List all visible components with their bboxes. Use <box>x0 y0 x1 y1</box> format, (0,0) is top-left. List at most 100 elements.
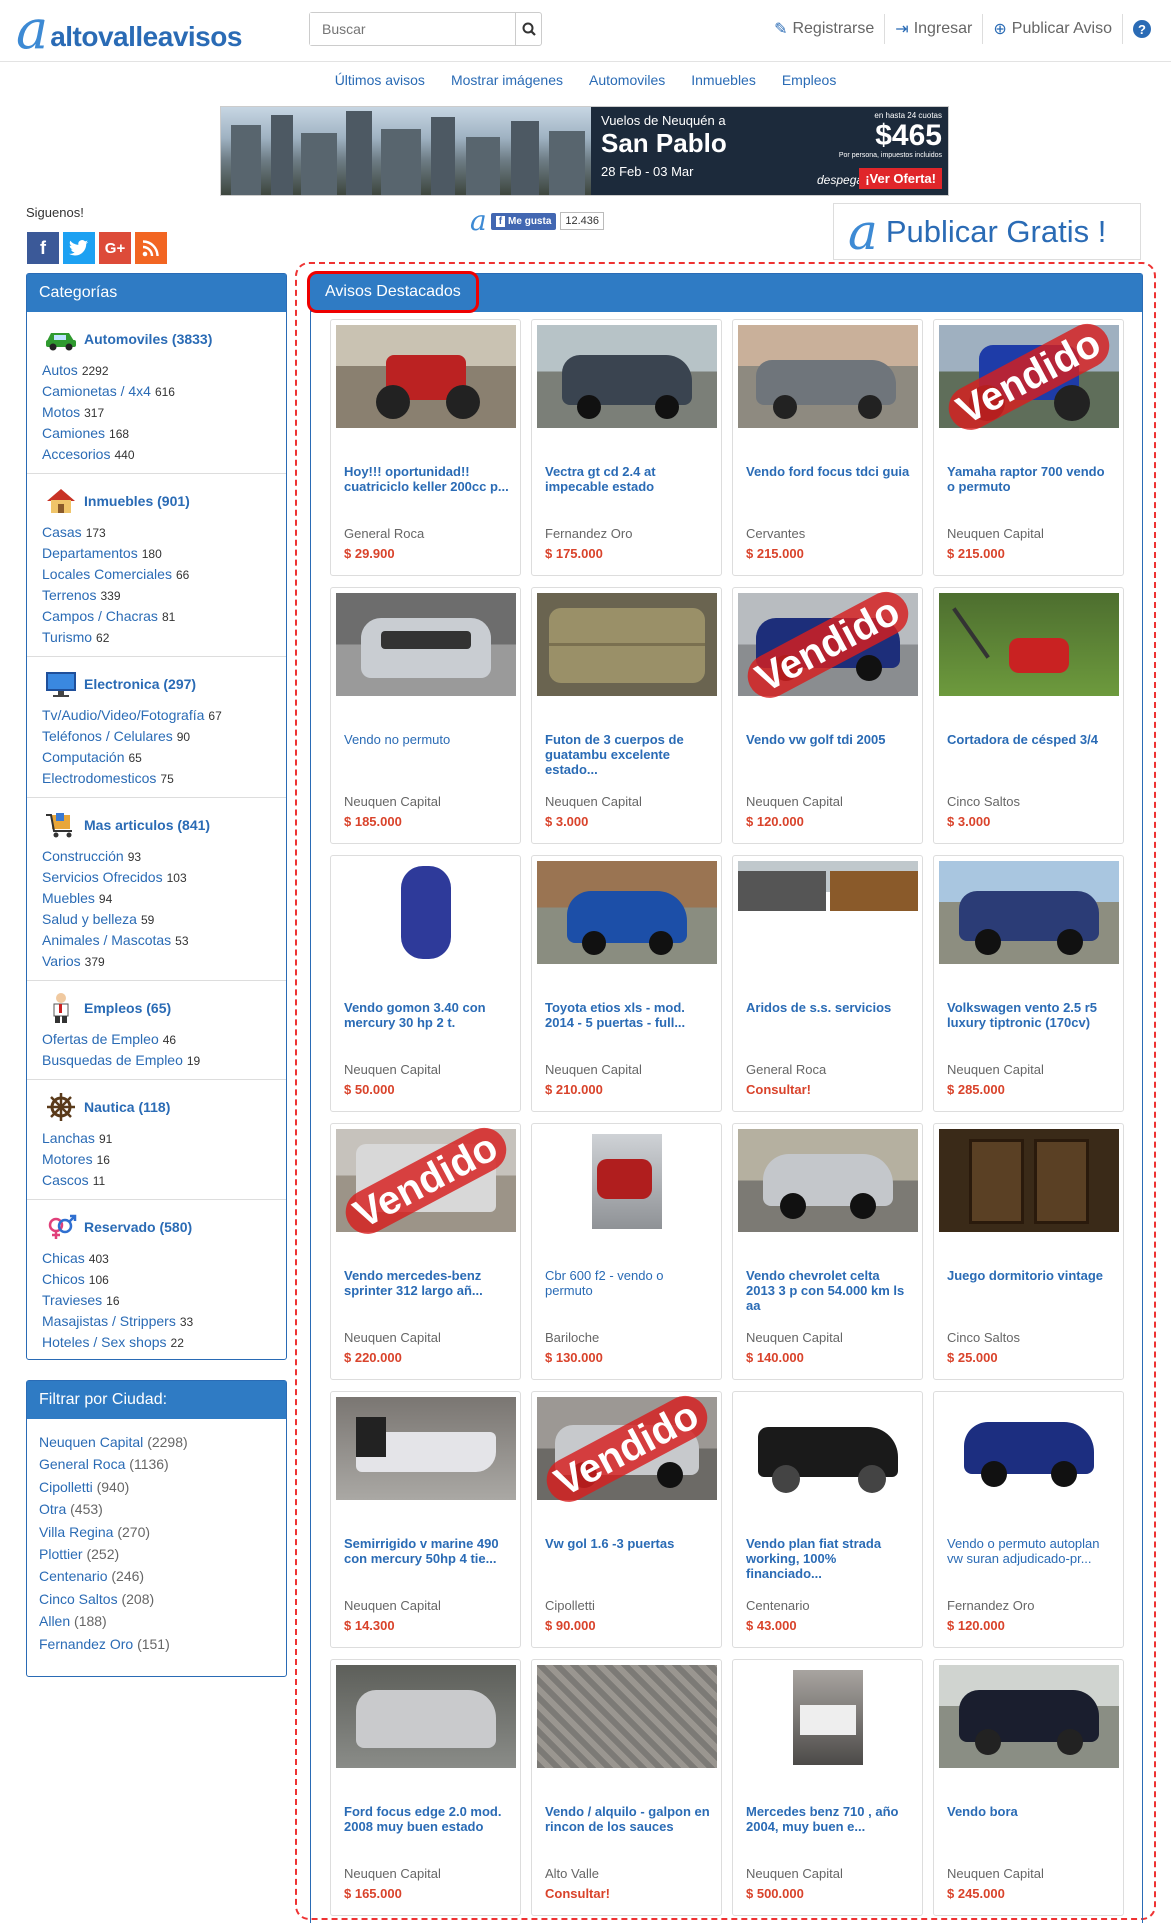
listing-title[interactable]: Cortadora de césped 3/4 <box>947 732 1113 779</box>
listing-photo[interactable] <box>737 1397 918 1500</box>
listing-card[interactable]: Vendido Yamaha raptor 700 vendo o permuto… <box>933 315 1124 576</box>
listing-photo[interactable] <box>737 325 918 428</box>
city-link[interactable]: Neuquen Capital (2298) <box>39 1431 286 1453</box>
listing-photo[interactable] <box>536 1397 717 1500</box>
listing-photo[interactable] <box>335 1129 516 1232</box>
listing-photo[interactable] <box>536 861 717 964</box>
city-link[interactable]: Cinco Saltos (208) <box>39 1588 286 1610</box>
listing-photo[interactable] <box>335 1665 516 1768</box>
listing-photo[interactable] <box>335 593 516 696</box>
listing-card[interactable]: Vendo ford focus tdci guia Cervantes $ 2… <box>732 319 923 576</box>
subcategory-link[interactable]: Turismo 62 <box>42 627 286 648</box>
listing-title[interactable]: Mercedes benz 710 , año 2004, muy buen e… <box>746 1804 912 1851</box>
subcategory-link[interactable]: Locales Comerciales 66 <box>42 564 286 585</box>
register-link[interactable]: ✎ Registrarse <box>764 14 886 44</box>
listing-title[interactable]: Vectra gt cd 2.4 at impecable estado <box>545 464 711 511</box>
publish-free-button[interactable]: a Publicar Gratis ! <box>833 203 1141 260</box>
category-title-row[interactable]: Mas articulos (841) <box>42 810 286 840</box>
nav-empleos[interactable]: Empleos <box>769 72 849 88</box>
listing-card[interactable]: Vendo bora Neuquen Capital $ 245.000 <box>933 1659 1124 1916</box>
listing-card[interactable]: Vectra gt cd 2.4 at impecable estado Fer… <box>531 319 722 576</box>
subcategory-link[interactable]: Motos 317 <box>42 402 286 423</box>
publish-ad-link[interactable]: ⊕ Publicar Aviso <box>983 14 1123 44</box>
listing-title[interactable]: Vendo / alquilo - galpon en rincon de lo… <box>545 1804 711 1851</box>
listing-card[interactable]: Volkswagen vento 2.5 r5 luxury tiptronic… <box>933 855 1124 1112</box>
listing-card[interactable]: Vendo plan fiat strada working, 100% fin… <box>732 1391 923 1648</box>
subcategory-link[interactable]: Lanchas 91 <box>42 1128 286 1149</box>
category-title-row[interactable]: Automoviles (3833) <box>42 324 286 354</box>
subcategory-link[interactable]: Ofertas de Empleo 46 <box>42 1029 286 1050</box>
listing-photo[interactable] <box>938 861 1119 964</box>
listing-photo[interactable] <box>335 1397 516 1500</box>
listing-title[interactable]: Volkswagen vento 2.5 r5 luxury tiptronic… <box>947 1000 1113 1047</box>
listing-card[interactable]: Cbr 600 f2 - vendo o permuto Bariloche $… <box>531 1123 722 1380</box>
listing-title[interactable]: Vw gol 1.6 -3 puertas <box>545 1536 711 1583</box>
category-title-row[interactable]: Electronica (297) <box>42 669 286 699</box>
listing-title[interactable]: Hoy!!! oportunidad!! cuatriciclo keller … <box>344 464 510 511</box>
city-link[interactable]: Villa Regina (270) <box>39 1521 286 1543</box>
listing-title[interactable]: Vendo ford focus tdci guia <box>746 464 912 511</box>
twitter-icon[interactable] <box>63 232 95 264</box>
nav-automoviles[interactable]: Automoviles <box>576 72 678 88</box>
login-link[interactable]: ⇥ Ingresar <box>885 14 984 44</box>
listing-photo[interactable] <box>536 1129 717 1232</box>
google-plus-icon[interactable]: G+ <box>99 232 131 264</box>
subcategory-link[interactable]: Autos 2292 <box>42 360 286 381</box>
listing-title[interactable]: Toyota etios xls - mod. 2014 - 5 puertas… <box>545 1000 711 1047</box>
search-input[interactable] <box>310 13 515 45</box>
listing-title[interactable]: Vendo plan fiat strada working, 100% fin… <box>746 1536 912 1583</box>
listing-title[interactable]: Vendo gomon 3.40 con mercury 30 hp 2 t. <box>344 1000 510 1047</box>
search-button[interactable] <box>515 13 541 45</box>
city-link[interactable]: Centenario (246) <box>39 1565 286 1587</box>
city-link[interactable]: Fernandez Oro (151) <box>39 1633 286 1655</box>
listing-card[interactable]: Semirrigido v marine 490 con mercury 50h… <box>330 1391 521 1648</box>
listing-card[interactable]: Vendido Vendo vw golf tdi 2005 Neuquen Ca… <box>732 583 923 844</box>
subcategory-link[interactable]: Motores 16 <box>42 1149 286 1170</box>
listing-photo[interactable] <box>737 593 918 696</box>
listing-title[interactable]: Vendo bora <box>947 1804 1113 1851</box>
listing-card[interactable]: Vendo / alquilo - galpon en rincon de lo… <box>531 1659 722 1916</box>
listing-title[interactable]: Ford focus edge 2.0 mod. 2008 muy buen e… <box>344 1804 510 1851</box>
city-link[interactable]: Allen (188) <box>39 1610 286 1632</box>
subcategory-link[interactable]: Salud y belleza 59 <box>42 909 286 930</box>
listing-photo[interactable] <box>536 1665 717 1768</box>
subcategory-link[interactable]: Camionetas / 4x4 616 <box>42 381 286 402</box>
listing-card[interactable]: Vendo o permuto autoplan vw suran adjudi… <box>933 1391 1124 1648</box>
listing-photo[interactable] <box>938 593 1119 696</box>
category-title-row[interactable]: Nautica (118) <box>42 1092 286 1122</box>
nav-mostrar-imagenes[interactable]: Mostrar imágenes <box>438 72 576 88</box>
subcategory-link[interactable]: Cascos 11 <box>42 1170 286 1191</box>
subcategory-link[interactable]: Departamentos 180 <box>42 543 286 564</box>
listing-title[interactable]: Futon de 3 cuerpos de guatambu excelente… <box>545 732 711 779</box>
listing-photo[interactable] <box>737 1665 918 1768</box>
city-link[interactable]: Plottier (252) <box>39 1543 286 1565</box>
site-logo[interactable]: a altovalleavisos <box>16 3 242 57</box>
listing-title[interactable]: Vendo o permuto autoplan vw suran adjudi… <box>947 1536 1113 1583</box>
subcategory-link[interactable]: Tv/Audio/Video/Fotografía 67 <box>42 705 286 726</box>
listing-photo[interactable] <box>536 325 717 428</box>
subcategory-link[interactable]: Animales / Mascotas 53 <box>42 930 286 951</box>
listing-title[interactable]: Vendo chevrolet celta 2013 3 p con 54.00… <box>746 1268 912 1315</box>
nav-ultimos-avisos[interactable]: Últimos avisos <box>322 72 438 88</box>
listing-card[interactable]: Cortadora de césped 3/4 Cinco Saltos $ 3… <box>933 587 1124 844</box>
listing-title[interactable]: Aridos de s.s. servicios <box>746 1000 912 1047</box>
ad-banner[interactable]: Vuelos de Neuquén a San Pablo 28 Feb - 0… <box>220 106 949 196</box>
subcategory-link[interactable]: Casas 173 <box>42 522 286 543</box>
subcategory-link[interactable]: Servicios Ofrecidos 103 <box>42 867 286 888</box>
category-title-row[interactable]: Empleos (65) <box>42 993 286 1023</box>
facebook-icon[interactable]: f <box>27 232 59 264</box>
listing-card[interactable]: Juego dormitorio vintage Cinco Saltos $ … <box>933 1123 1124 1380</box>
rss-icon[interactable] <box>135 232 167 264</box>
listing-card[interactable]: Aridos de s.s. servicios General Roca Co… <box>732 855 923 1112</box>
subcategory-link[interactable]: Accesorios 440 <box>42 444 286 465</box>
listing-card[interactable]: Mercedes benz 710 , año 2004, muy buen e… <box>732 1659 923 1916</box>
listing-photo[interactable] <box>938 1665 1119 1768</box>
listing-card[interactable]: Vendido Vw gol 1.6 -3 puertas Cipolletti … <box>531 1387 722 1648</box>
facebook-like-button[interactable]: f Me gusta <box>490 212 557 230</box>
listing-title[interactable]: Yamaha raptor 700 vendo o permuto <box>947 464 1113 511</box>
listing-title[interactable]: Cbr 600 f2 - vendo o permuto <box>545 1268 711 1315</box>
listing-photo[interactable] <box>335 325 516 428</box>
listing-card[interactable]: Futon de 3 cuerpos de guatambu excelente… <box>531 587 722 844</box>
subcategory-link[interactable]: Electrodomesticos 75 <box>42 768 286 789</box>
listing-photo[interactable] <box>938 1397 1119 1500</box>
